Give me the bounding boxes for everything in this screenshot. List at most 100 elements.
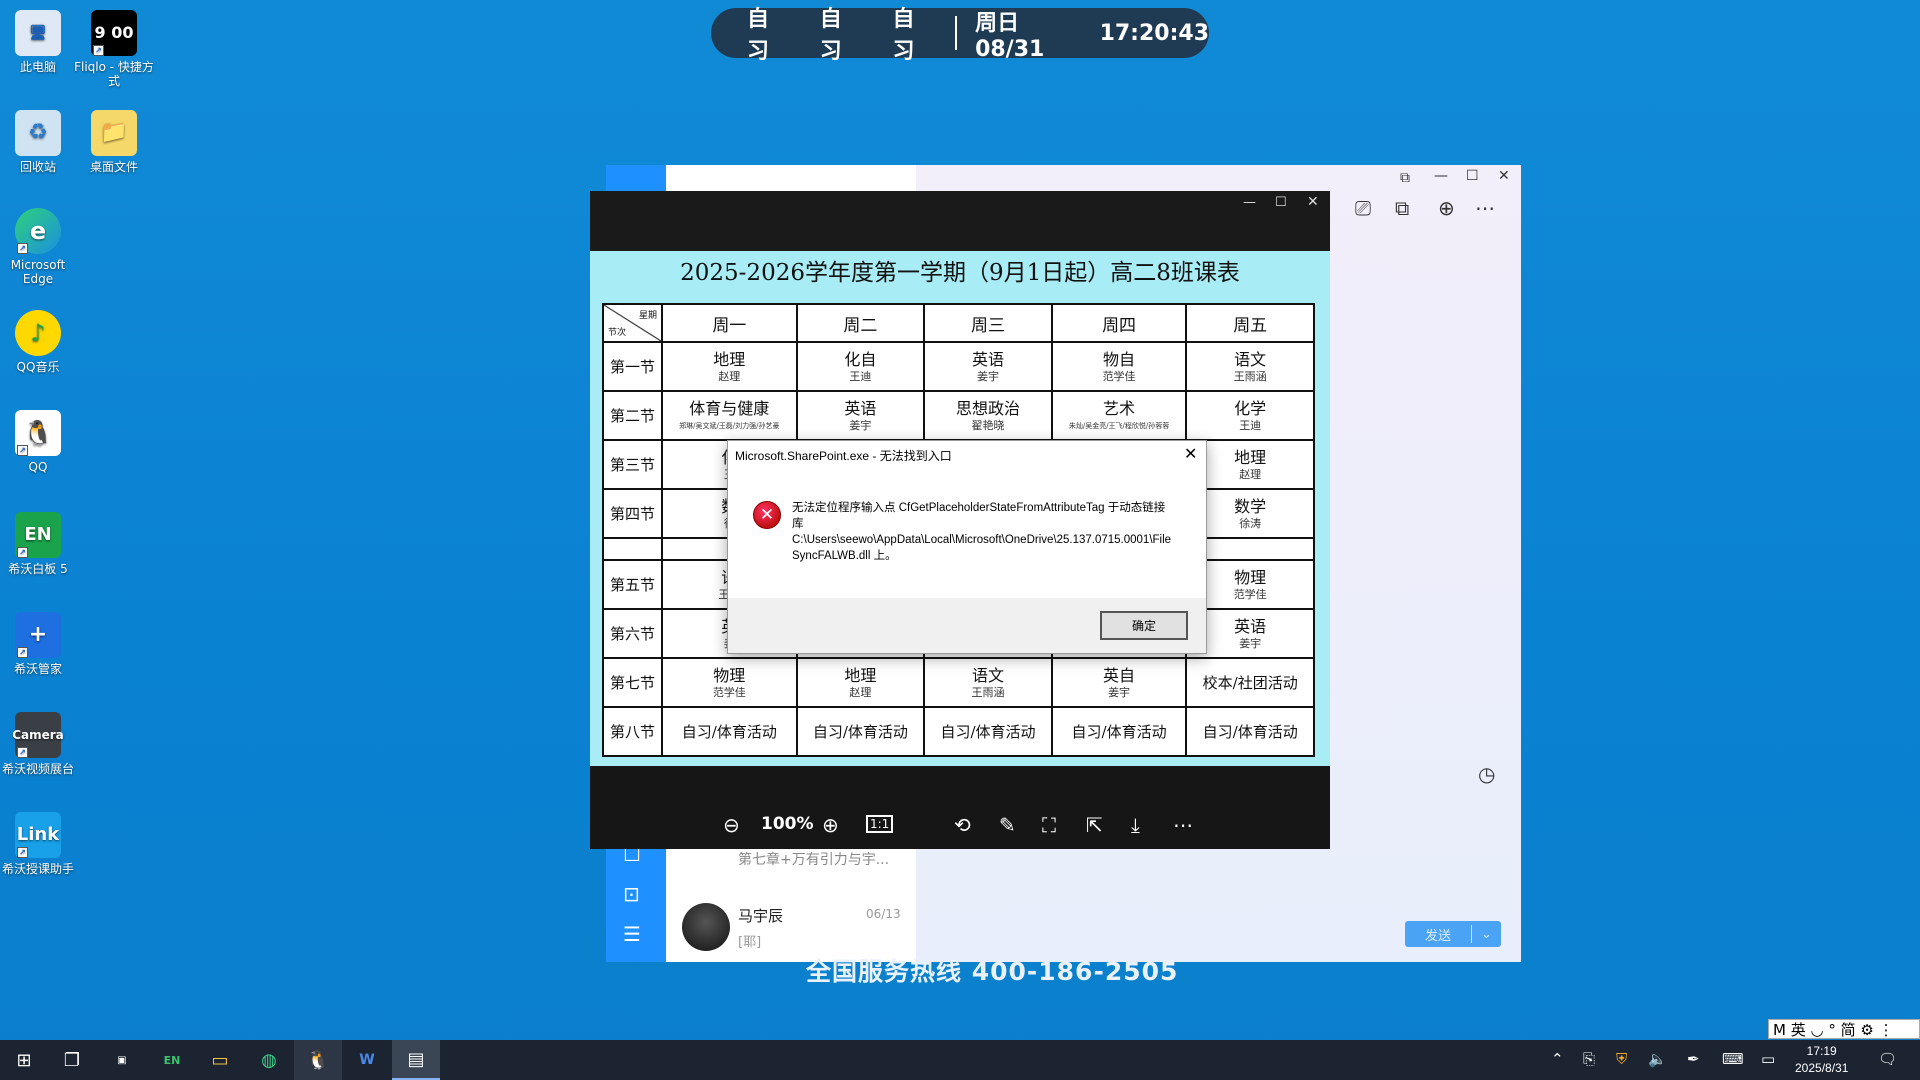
period-label: 第三节 (602, 439, 663, 490)
folder-icon: 📁 (91, 110, 137, 156)
security-shield-icon[interactable]: ⛨ (1616, 1050, 1627, 1068)
start-windows-icon[interactable]: ⊞ (0, 1040, 48, 1080)
period-label: 第四节 (602, 488, 663, 539)
send-label: 发送 (1424, 928, 1451, 944)
qq-penguin-icon: 🐧 ↗ (15, 410, 61, 456)
close-icon[interactable]: ✕ (1184, 444, 1197, 463)
close-icon[interactable]: ✕ (1307, 194, 1319, 210)
desktop-icon-this-pc[interactable]: 🖥 此电脑 (0, 10, 78, 74)
pin-icon[interactable]: ⧉ (1400, 170, 1410, 186)
period-label: 第五节 (602, 559, 663, 610)
subject-name: 自习/体育活动 (1202, 722, 1298, 741)
desktop-icon-folder[interactable]: 📁 桌面文件 (74, 110, 154, 174)
desktop-icon-label: Microsoft Edge (10, 258, 66, 286)
volume-icon[interactable]: 🔈 (1648, 1050, 1667, 1068)
chevron-down-icon[interactable]: ⌄ (1472, 927, 1501, 942)
link-icon: Link ↗ (15, 812, 61, 858)
desktop-icon-qq[interactable]: 🐧 ↗ QQ (0, 410, 78, 474)
period-label: 第六节 (602, 608, 663, 659)
photo-viewer-taskbar-icon[interactable]: ▤ (392, 1040, 440, 1080)
screen-share-icon[interactable]: ⎚ (1355, 196, 1371, 220)
timetable-cell: 艺术 朱灿/吴金亮/王飞/程欣悦/孙蓉蓉 (1050, 390, 1188, 441)
qq-music-icon: ♪ (15, 310, 61, 356)
desktop-icon-edge[interactable]: e ↗ Microsoft Edge (0, 208, 78, 286)
send-button[interactable]: 发送 ⌄ (1405, 921, 1501, 947)
timetable-header-row: 星期 节次 周一 周二 周三 周四 周五 (602, 303, 1315, 343)
subject-name: 化自 (844, 349, 877, 369)
rotate-icon[interactable]: ⟲ (954, 813, 971, 837)
minimize-icon[interactable]: — (1434, 168, 1448, 184)
maximize-icon[interactable]: ☐ (1275, 195, 1287, 210)
seewo-camera-taskbar-icon[interactable]: ▣ (98, 1040, 146, 1080)
qq-taskbar-icon[interactable]: 🐧 (294, 1040, 342, 1080)
seewo-whiteboard-taskbar-icon[interactable]: EN (148, 1040, 196, 1080)
touch-keyboard-icon[interactable]: ▭ (1761, 1050, 1775, 1068)
contact-name[interactable]: 马宇辰 (738, 905, 783, 926)
corner-top-label: 星期 (638, 311, 657, 321)
more-icon[interactable]: ⋯ (1173, 813, 1193, 837)
pen-icon[interactable]: ✒ (1687, 1050, 1700, 1068)
avatar[interactable] (682, 903, 730, 951)
close-icon[interactable]: ✕ (1498, 168, 1510, 184)
subject-name: 化学 (1234, 398, 1267, 418)
text-recognize-icon[interactable]: ⛶ (1042, 813, 1056, 837)
show-hidden-icons-chevron-icon[interactable]: ⌃ (1551, 1050, 1564, 1068)
send-divider (1471, 925, 1472, 943)
contact-last-message: [耶] (738, 935, 762, 950)
actual-size-button[interactable]: 1:1 (866, 815, 894, 833)
more-icon[interactable]: ⋯ (1475, 196, 1495, 220)
task-view-icon[interactable]: ❐ (48, 1040, 96, 1080)
period-label: 第一节 (602, 341, 663, 392)
subject-name: 英语 (844, 398, 877, 418)
zoom-in-icon[interactable]: ⊕ (822, 813, 839, 837)
teacher-name: 翟艳晓 (971, 418, 1005, 432)
remote-desktop-icon[interactable]: ⧉ (1395, 196, 1409, 220)
desktop-icon-label: 希沃视频展台 (1, 762, 74, 776)
subject-name: 体育与健康 (689, 398, 770, 418)
notification-icon[interactable]: 🗨 (1878, 1050, 1897, 1068)
viewer-titlebar (590, 191, 1330, 251)
word-taskbar-icon[interactable]: W (343, 1040, 391, 1080)
edge-taskbar-icon[interactable]: ◍ (245, 1040, 293, 1080)
timetable-cell: 地理 赵理 (661, 341, 798, 392)
clock-time: 17:19 (1806, 1044, 1837, 1058)
taskbar-clock[interactable]: 17:19 2025/8/31 (1795, 1043, 1848, 1077)
desktop-icon-seewo-camera[interactable]: Camera ↗ 希沃视频展台 (0, 712, 78, 776)
day-header: 周一 (661, 303, 798, 343)
history-clock-icon[interactable]: ◷ (1478, 762, 1495, 786)
keyboard-icon[interactable]: ⌨ (1722, 1050, 1744, 1068)
computer-icon: 🖥 (15, 10, 61, 56)
ok-button[interactable]: 确定 (1100, 611, 1188, 640)
menu-icon[interactable]: ☰ (623, 922, 641, 946)
bookmark-icon[interactable]: ⊡ (623, 882, 640, 906)
banner-lesson: 自习 (819, 7, 842, 64)
maximize-icon[interactable]: ☐ (1466, 168, 1479, 184)
conversation-preview[interactable]: 第七章+万有引力与宇... (738, 849, 889, 869)
share-icon[interactable]: ⇱ (1086, 813, 1103, 837)
desktop-icon-seewo-manager[interactable]: + ↗ 希沃管家 (0, 612, 78, 676)
network-icon[interactable]: ⎘ (1583, 1050, 1595, 1068)
zoom-out-icon[interactable]: ⊖ (723, 813, 740, 837)
timetable-cell: 自习/体育活动 (795, 706, 926, 757)
subject-name: 思想政治 (955, 398, 1020, 418)
desktop-icon-seewo-link[interactable]: Link ↗ 希沃授课助手 (0, 812, 78, 876)
file-explorer-icon[interactable]: ▭ (196, 1040, 244, 1080)
desktop-icon-recycle-bin[interactable]: ♻ 回收站 (0, 110, 78, 174)
desktop-icon-seewo-whiteboard[interactable]: EN ↗ 希沃白板 5 (0, 512, 78, 576)
corner-cell: 星期 节次 (602, 303, 663, 343)
teacher-name: 王雨涵 (1233, 369, 1267, 383)
desktop-icon-qq-music[interactable]: ♪ QQ音乐 (0, 310, 78, 374)
desktop-icon-label: 回收站 (19, 160, 56, 174)
service-hotline: 全国服务热线 400-186-2505 (806, 957, 1179, 986)
edit-pen-icon[interactable]: ✎ (999, 813, 1016, 837)
minimize-icon[interactable]: — (1243, 195, 1256, 210)
period-label: 第二节 (602, 390, 663, 441)
download-icon[interactable]: ⤓ (1131, 813, 1140, 837)
edge-icon: e ↗ (15, 208, 61, 254)
add-icon[interactable]: ⊕ (1438, 196, 1455, 220)
day-header: 周三 (923, 303, 1053, 343)
timetable-row: 第八节 自习/体育活动 自习/体育活动 自习/体育活动 自习/体育活动 自习/体育活动 (602, 706, 1315, 757)
timetable-cell: 自习/体育活动 (1185, 706, 1315, 757)
ime-toolbar[interactable]: M 英 ◡ ° 简 ⚙ ⋮ (1768, 1019, 1920, 1039)
desktop-icon-fliqlo[interactable]: 9 00 ↗ Fliqlo - 快捷方式 (74, 10, 154, 88)
